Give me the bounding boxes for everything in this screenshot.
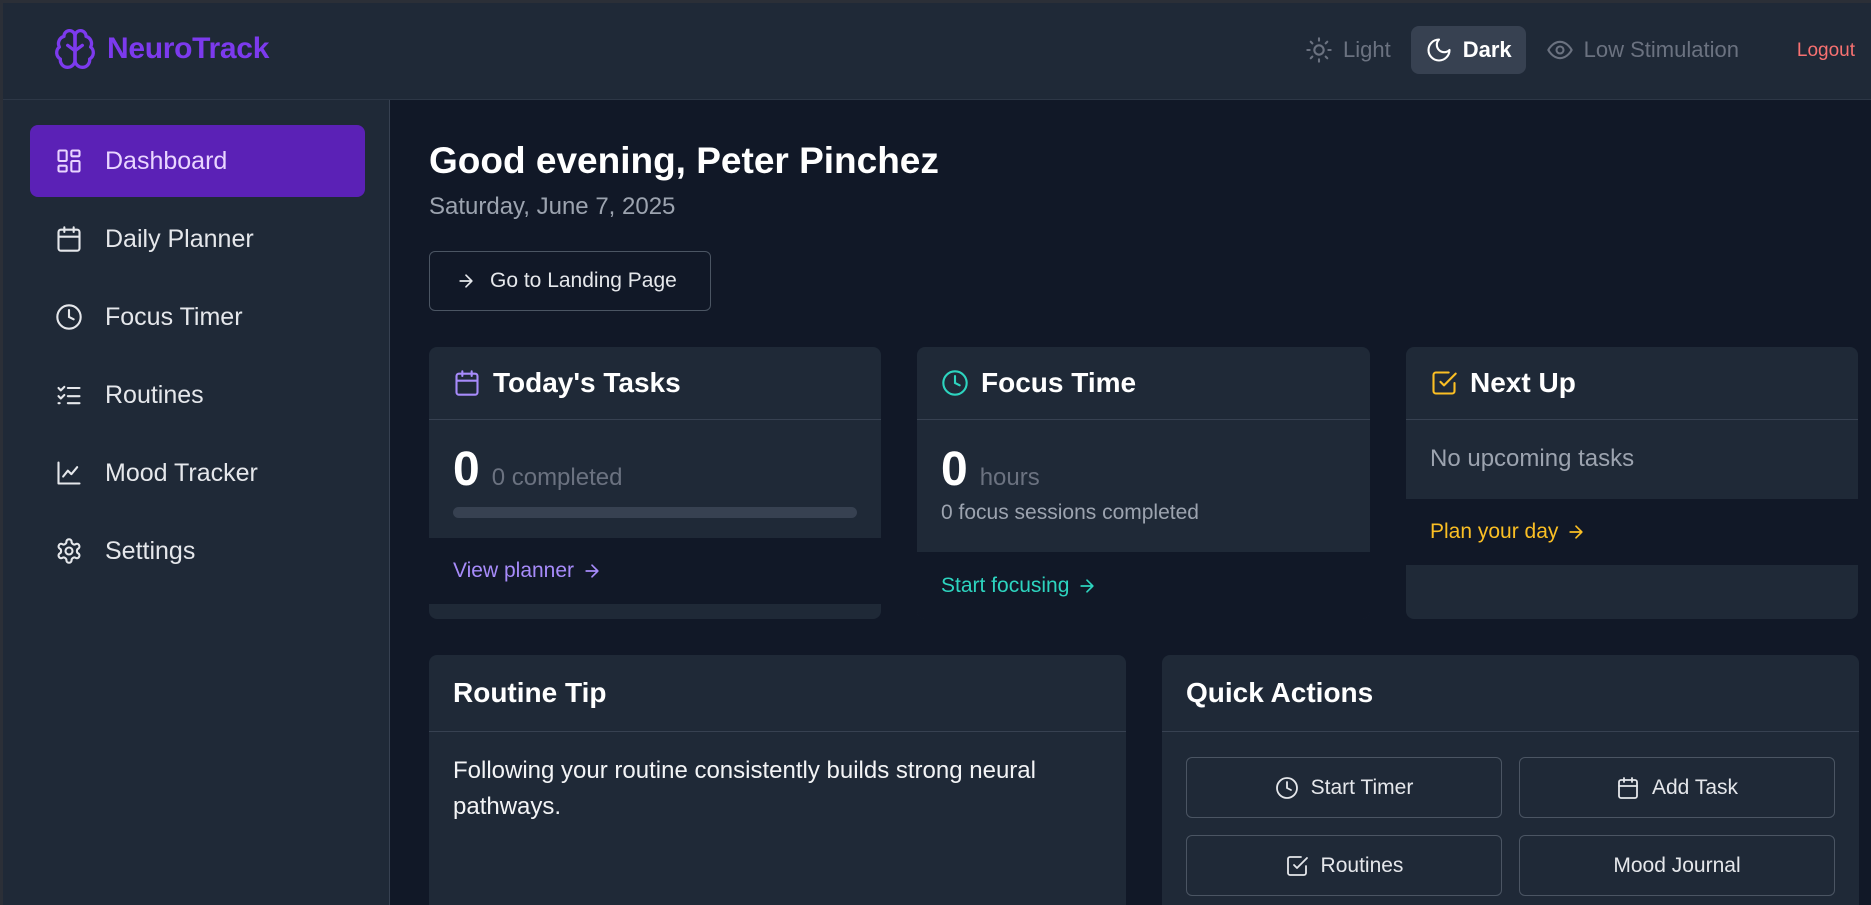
routines-button[interactable]: Routines	[1186, 835, 1502, 896]
theme-low-stimulation-label: Low Stimulation	[1583, 37, 1739, 62]
go-to-landing-page-label: Go to Landing Page	[490, 269, 677, 292]
focus-sessions-text: 0 focus sessions completed	[941, 501, 1199, 524]
sidebar: Dashboard Daily Planner Focus Timer Rout…	[3, 100, 390, 905]
sidebar-item-label: Routines	[105, 380, 204, 409]
card-title: Routine Tip	[453, 677, 607, 708]
go-to-landing-page-button[interactable]: Go to Landing Page	[429, 251, 711, 311]
plan-your-day-link[interactable]: Plan your day	[1406, 499, 1858, 565]
brand-name: NeuroTrack	[107, 32, 270, 65]
completed-count: 0 completed	[491, 464, 623, 491]
next-up-card: Next Up No upcoming tasks Plan your day	[1406, 347, 1858, 619]
calendar-icon	[1616, 776, 1640, 800]
task-progress-bar	[453, 507, 857, 518]
dashboard-icon	[55, 147, 83, 175]
card-title: Focus Time	[981, 367, 1137, 398]
start-timer-button[interactable]: Start Timer	[1186, 757, 1502, 818]
card-title: Next Up	[1470, 367, 1576, 398]
card-header: Routine Tip	[429, 655, 1126, 732]
card-header: Today's Tasks	[429, 347, 881, 420]
calendar-icon	[453, 369, 481, 397]
sidebar-item-dashboard[interactable]: Dashboard	[30, 125, 365, 197]
focus-hours: 0	[941, 443, 968, 496]
check-square-icon	[1430, 369, 1458, 397]
focus-hours-row: 0 hours	[941, 442, 1040, 497]
todays-tasks-card: Today's Tasks 0 0 completed View planner	[429, 347, 881, 619]
sidebar-item-label: Dashboard	[105, 146, 228, 175]
arrow-right-icon	[456, 271, 476, 291]
quick-actions-card: Quick Actions Start Timer Add Task Routi…	[1162, 655, 1859, 905]
start-focusing-link[interactable]: Start focusing	[917, 552, 1370, 619]
current-date: Saturday, June 7, 2025	[429, 193, 676, 220]
start-focusing-label: Start focusing	[941, 573, 1070, 597]
sidebar-item-daily-planner[interactable]: Daily Planner	[30, 203, 365, 275]
theme-dark-button[interactable]: Dark	[1410, 26, 1526, 74]
theme-light-label: Light	[1343, 37, 1391, 62]
focus-time-card: Focus Time 0 hours 0 focus sessions comp…	[917, 347, 1370, 619]
sidebar-item-label: Daily Planner	[105, 224, 254, 253]
task-count: 0	[453, 443, 480, 496]
plan-your-day-label: Plan your day	[1430, 520, 1559, 543]
sidebar-item-settings[interactable]: Settings	[30, 515, 365, 587]
clock-icon	[1275, 776, 1299, 800]
arrow-right-icon	[582, 561, 602, 581]
arrow-right-icon	[1566, 522, 1586, 542]
mood-journal-label: Mood Journal	[1613, 853, 1741, 877]
sidebar-item-routines[interactable]: Routines	[30, 359, 365, 431]
arrow-right-icon	[1077, 576, 1097, 596]
brain-icon	[53, 27, 97, 71]
page-title: Good evening, Peter Pinchez	[429, 140, 939, 181]
clock-icon	[941, 369, 969, 397]
view-planner-link[interactable]: View planner	[429, 538, 881, 604]
mood-journal-button[interactable]: Mood Journal	[1519, 835, 1835, 896]
task-count-row: 0 0 completed	[453, 442, 622, 497]
theme-dark-label: Dark	[1462, 37, 1512, 62]
routine-tip-card: Routine Tip Following your routine consi…	[429, 655, 1126, 905]
no-upcoming-tasks-text: No upcoming tasks	[1430, 445, 1635, 472]
sidebar-item-label: Settings	[105, 536, 196, 565]
theme-light-button[interactable]: Light	[1291, 26, 1405, 74]
clock-icon	[55, 303, 83, 331]
brand[interactable]: NeuroTrack	[53, 27, 269, 71]
top-header: NeuroTrack Light Dark Low Stimulation Lo…	[3, 3, 1871, 100]
checkbox-icon	[1285, 854, 1309, 878]
line-chart-icon	[55, 459, 83, 487]
card-title: Quick Actions	[1186, 677, 1374, 708]
focus-hours-unit: hours	[979, 464, 1040, 491]
sidebar-item-label: Mood Tracker	[105, 458, 258, 487]
sidebar-item-mood-tracker[interactable]: Mood Tracker	[30, 437, 365, 509]
card-title: Today's Tasks	[493, 367, 681, 398]
routine-tip-text: Following your routine consistently buil…	[453, 757, 1036, 820]
sidebar-item-label: Focus Timer	[105, 302, 243, 331]
start-timer-label: Start Timer	[1310, 775, 1414, 799]
card-header: Focus Time	[917, 347, 1370, 420]
gear-icon	[55, 537, 83, 565]
add-task-label: Add Task	[1652, 775, 1738, 799]
app-window: NeuroTrack Light Dark Low Stimulation Lo…	[3, 3, 1871, 905]
routines-label: Routines	[1320, 853, 1404, 877]
add-task-button[interactable]: Add Task	[1519, 757, 1835, 818]
list-checks-icon	[55, 381, 83, 409]
card-header: Quick Actions	[1162, 655, 1859, 732]
logout-button[interactable]: Logout	[1797, 40, 1855, 62]
card-header: Next Up	[1406, 347, 1858, 420]
theme-switcher: Light Dark Low Stimulation	[1291, 26, 1753, 74]
main-content: Good evening, Peter Pinchez Saturday, Ju…	[391, 100, 1871, 905]
sidebar-item-focus-timer[interactable]: Focus Timer	[30, 281, 365, 353]
sun-icon	[1305, 36, 1333, 64]
view-planner-label: View planner	[453, 559, 575, 582]
moon-icon	[1425, 36, 1453, 64]
calendar-icon	[55, 225, 83, 253]
eye-icon	[1546, 36, 1574, 64]
theme-low-stimulation-button[interactable]: Low Stimulation	[1532, 26, 1753, 74]
